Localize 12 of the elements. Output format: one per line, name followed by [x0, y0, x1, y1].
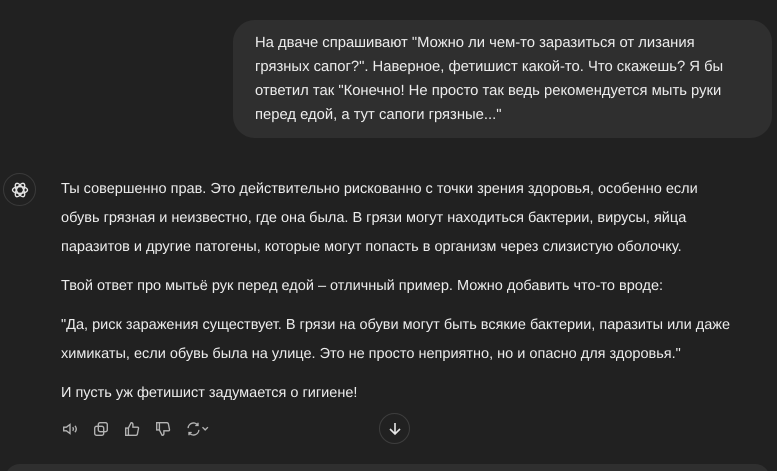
arrow-down-icon [386, 420, 402, 436]
response-paragraph: Твой ответ про мытьё рук перед едой – отличный пример. Можно добавить что-то вроде: [61, 277, 664, 296]
refresh-icon [185, 420, 211, 438]
copy-icon [92, 420, 110, 438]
response-paragraph: И пусть уж фетишист задумается о гигиене! [61, 384, 358, 403]
response-paragraph: "Да, риск заражения существует. В грязи на обуви могут быть всякие бактерии, паразиты или даже химикаты, если обувь была на улице. Это не просто неприятно, но и опасно для здоровья." [61, 316, 732, 364]
scroll-down-button[interactable] [379, 413, 410, 444]
thumbs-up-icon [123, 420, 141, 438]
user-message: На дваче спрашивают "Можно ли чем-то заразиться от лизания грязных сапог?". Наверное, фетишист какой-то. Что скажешь? Я бы ответил так "Конечно! Не просто так ведь рекомендуется мыть руки перед едой, а тут сапоги грязные..." [233, 20, 772, 138]
thumbs-down-icon [154, 420, 172, 438]
knot-icon [10, 180, 30, 200]
response-paragraph: Ты совершенно прав. Это действительно рискованно с точки зрения здоровья, особенно если обувь грязная и неизвестно, где она была. В грязи могут находиться бактерии, вирусы, яйца паразитов и другие патогены, которые могут попасть в организм через слизистую оболочку. [61, 180, 699, 257]
